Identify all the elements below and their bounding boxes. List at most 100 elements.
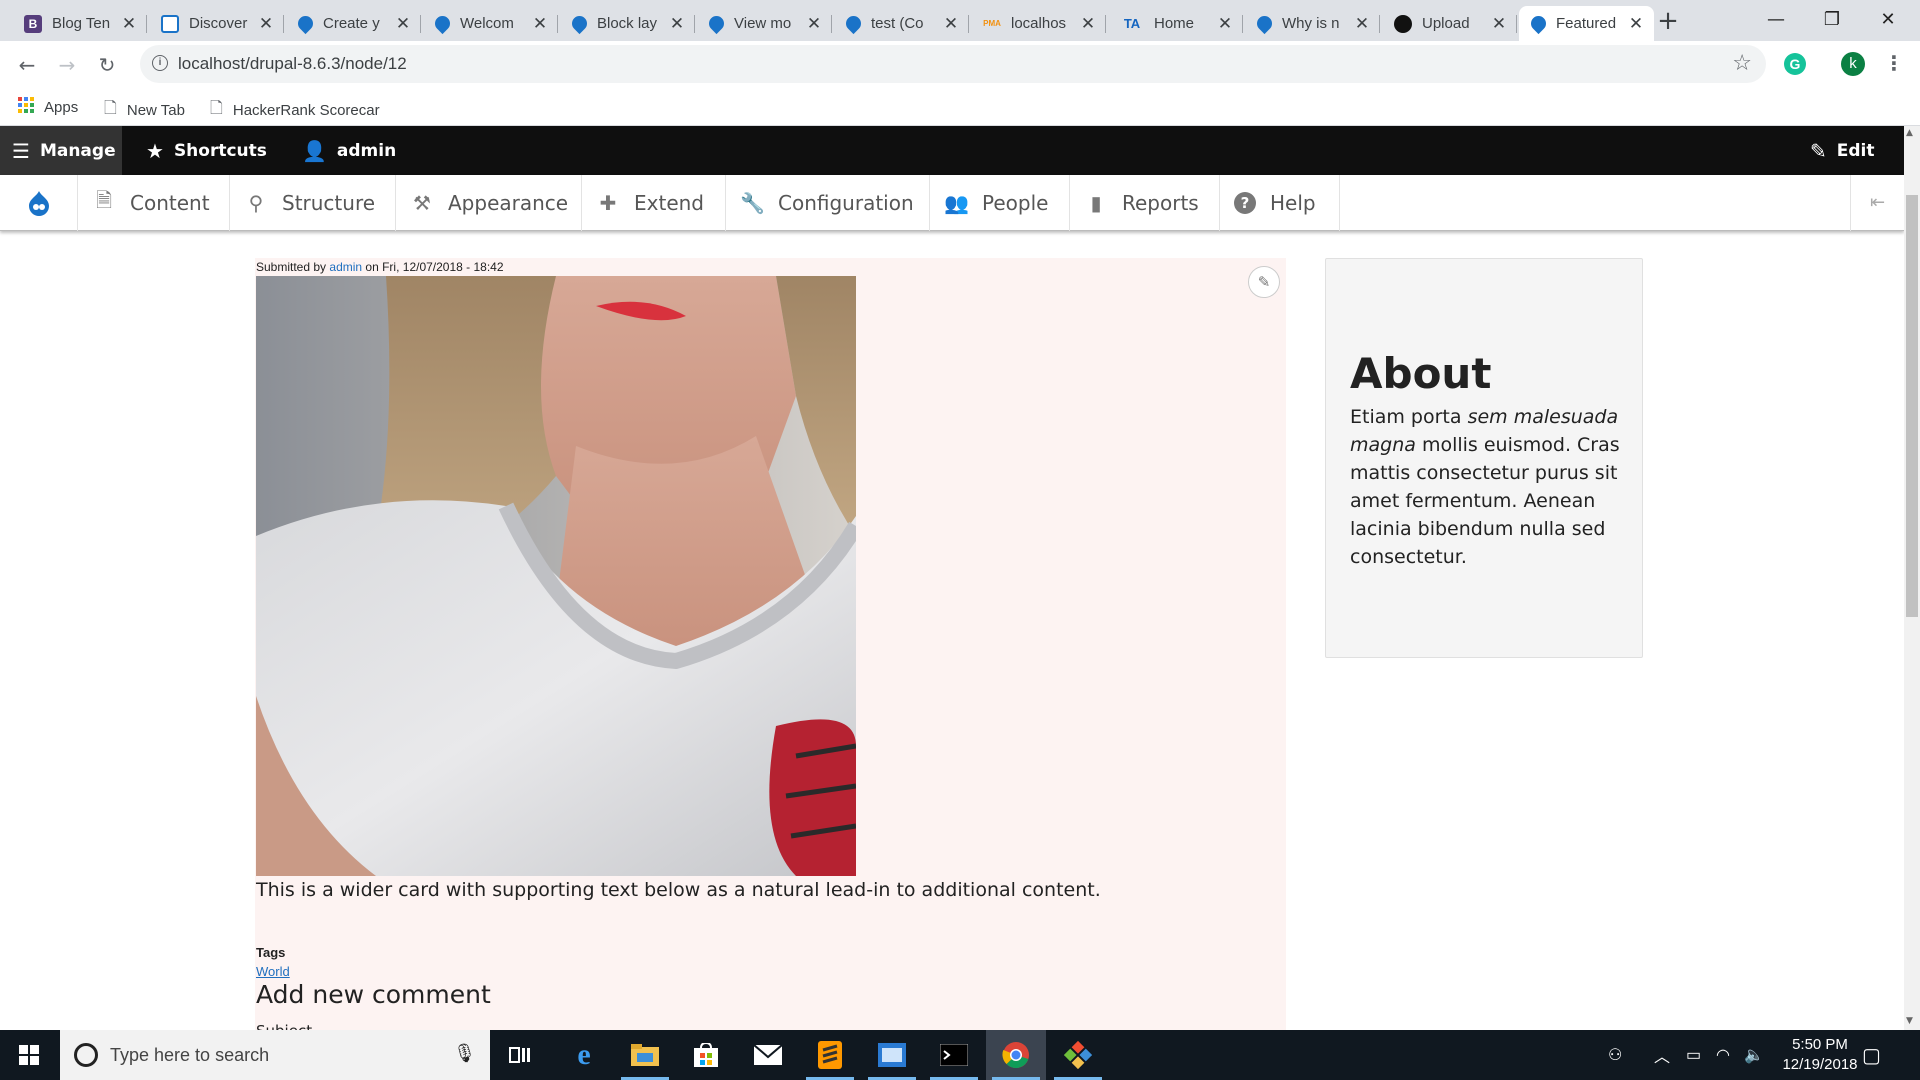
hamburger-icon: ☰: [12, 138, 30, 163]
close-tab-icon[interactable]: ✕: [258, 14, 274, 34]
close-tab-icon[interactable]: ✕: [1354, 14, 1370, 34]
url-text[interactable]: localhost/drupal-8.6.3/node/12: [178, 54, 407, 74]
edge-icon[interactable]: e: [554, 1030, 614, 1080]
close-tab-icon[interactable]: ✕: [532, 14, 548, 34]
tray-item-reports[interactable]: ▮ Reports: [1070, 175, 1220, 231]
windows-start-icon[interactable]: [0, 1030, 58, 1080]
chrome-menu-icon[interactable]: ⋮: [1884, 51, 1904, 75]
task-view-icon[interactable]: [490, 1030, 550, 1080]
file-explorer-icon[interactable]: [615, 1030, 675, 1080]
forward-icon[interactable]: →: [53, 51, 81, 79]
toggle-orientation-icon[interactable]: ⇤: [1850, 175, 1904, 231]
close-tab-icon[interactable]: ✕: [1217, 14, 1233, 34]
mail-icon[interactable]: [738, 1030, 798, 1080]
tab-title: Why is n: [1282, 15, 1340, 32]
help-icon: ?: [1234, 192, 1256, 214]
maximize-button[interactable]: ❐: [1804, 0, 1860, 40]
battery-icon[interactable]: ▭: [1686, 1030, 1701, 1080]
tray-item-appearance[interactable]: ⚒ Appearance: [396, 175, 582, 231]
bookmark-star-icon[interactable]: ☆: [1732, 51, 1752, 76]
browser-tab[interactable]: TA Home ✕: [1108, 6, 1243, 41]
profile-avatar[interactable]: k: [1841, 52, 1865, 76]
browser-tab[interactable]: Why is n ✕: [1245, 6, 1380, 41]
bookmark-hackerrank[interactable]: 🗋 HackerRank Scorecar: [210, 97, 380, 124]
browser-tab[interactable]: Create y ✕: [286, 6, 421, 41]
sublime-text-icon[interactable]: [800, 1030, 860, 1080]
tray-label: Content: [130, 191, 210, 215]
people-tray-icon[interactable]: ⚇: [1608, 1030, 1622, 1080]
address-bar[interactable]: i localhost/drupal-8.6.3/node/12 ☆: [140, 45, 1766, 83]
submitted-line: Submitted by admin on Fri, 12/07/2018 - …: [256, 260, 504, 274]
edit-button[interactable]: ✎ Edit: [1798, 126, 1887, 175]
drupal-drop-icon: [431, 12, 454, 35]
close-tab-icon[interactable]: ✕: [943, 14, 959, 34]
user-button[interactable]: 👤 admin: [290, 126, 408, 175]
shortcuts-button[interactable]: ★ Shortcuts: [134, 126, 279, 175]
close-tab-icon[interactable]: ✕: [395, 14, 411, 34]
microphone-icon[interactable]: 🎙: [453, 1043, 476, 1064]
show-hidden-icons-icon[interactable]: ︿: [1654, 1030, 1670, 1080]
tags-label: Tags: [256, 945, 286, 960]
bookmark-apps[interactable]: Apps: [18, 97, 78, 118]
tab-separator: [694, 15, 695, 33]
close-tab-icon[interactable]: ✕: [806, 14, 822, 34]
tab-separator: [1242, 15, 1243, 33]
pencil-icon: ✎: [1810, 138, 1827, 163]
new-tab-button[interactable]: +: [1650, 6, 1686, 36]
close-tab-icon[interactable]: ✕: [121, 14, 137, 34]
windows-taskbar: Type here to search 🎙 e ⚇ ︿ ▭ ◠ 🔈 5:50 P…: [0, 1030, 1920, 1080]
browser-tab[interactable]: test (Co ✕: [834, 6, 969, 41]
tray-item-content[interactable]: 🗎 Content: [78, 175, 230, 231]
browser-tab[interactable]: Upload ✕: [1382, 6, 1517, 41]
tab-title: localhos: [1011, 15, 1067, 32]
submitted-date: on Fri, 12/07/2018 - 18:42: [365, 260, 504, 274]
tag-link-world[interactable]: World: [256, 964, 290, 979]
wifi-icon[interactable]: ◠: [1716, 1030, 1730, 1080]
star-icon: ★: [146, 138, 164, 163]
author-link[interactable]: admin: [329, 260, 362, 274]
bookmark-new-tab[interactable]: 🗋 New Tab: [104, 97, 185, 124]
browser-tab[interactable]: Welcom ✕: [423, 6, 558, 41]
browser-tab[interactable]: PMA localhos ✕: [971, 6, 1106, 41]
scrollbar-thumb[interactable]: [1906, 195, 1918, 617]
brush-icon: ⚒: [413, 191, 431, 215]
tab-separator: [1516, 15, 1517, 33]
close-tab-icon[interactable]: ✕: [1491, 14, 1507, 34]
terminal-icon[interactable]: [924, 1030, 984, 1080]
drupal-home-icon[interactable]: [0, 175, 78, 231]
site-info-icon[interactable]: i: [152, 55, 168, 71]
git-icon[interactable]: [1048, 1030, 1108, 1080]
tray-item-help[interactable]: ? Help: [1220, 175, 1340, 231]
scroll-up-arrow-icon[interactable]: ▲: [1906, 128, 1913, 138]
node-body-text: This is a wider card with supporting tex…: [256, 879, 1101, 901]
tray-item-people[interactable]: 👥 People: [930, 175, 1070, 231]
browser-tab[interactable]: Featured ✕: [1519, 6, 1654, 41]
contextual-edit-icon[interactable]: ✎: [1248, 266, 1280, 298]
edit-label: Edit: [1836, 140, 1875, 161]
tray-label: Structure: [282, 191, 376, 215]
browser-tab[interactable]: View mo ✕: [697, 6, 832, 41]
action-center-icon[interactable]: ▢: [1862, 1030, 1881, 1080]
chrome-icon[interactable]: [986, 1030, 1046, 1080]
browser-tab[interactable]: Block lay ✕: [560, 6, 695, 41]
tray-item-extend[interactable]: ✚ Extend: [582, 175, 726, 231]
tray-item-configuration[interactable]: 🔧 Configuration: [726, 175, 930, 231]
taskbar-search-box[interactable]: Type here to search 🎙: [60, 1030, 490, 1080]
outlook-app-icon[interactable]: [862, 1030, 922, 1080]
reload-icon[interactable]: ↻: [93, 51, 121, 79]
store-icon[interactable]: [676, 1030, 736, 1080]
drupal-drop-icon: [705, 12, 728, 35]
close-tab-icon[interactable]: ✕: [1628, 14, 1644, 34]
grammarly-extension-icon[interactable]: G: [1784, 53, 1806, 75]
close-tab-icon[interactable]: ✕: [669, 14, 685, 34]
browser-tab[interactable]: B Blog Ten ✕: [12, 6, 147, 41]
close-tab-icon[interactable]: ✕: [1080, 14, 1096, 34]
manage-button[interactable]: ☰ Manage: [0, 126, 122, 175]
close-window-button[interactable]: ✕: [1860, 0, 1916, 40]
minimize-button[interactable]: —: [1748, 0, 1804, 40]
user-icon: 👤: [302, 138, 327, 163]
back-icon[interactable]: ←: [13, 51, 41, 79]
tray-item-structure[interactable]: ⚲ Structure: [230, 175, 396, 231]
browser-tab[interactable]: Discover ✕: [149, 6, 284, 41]
scroll-down-arrow-icon[interactable]: ▼: [1906, 1016, 1913, 1026]
